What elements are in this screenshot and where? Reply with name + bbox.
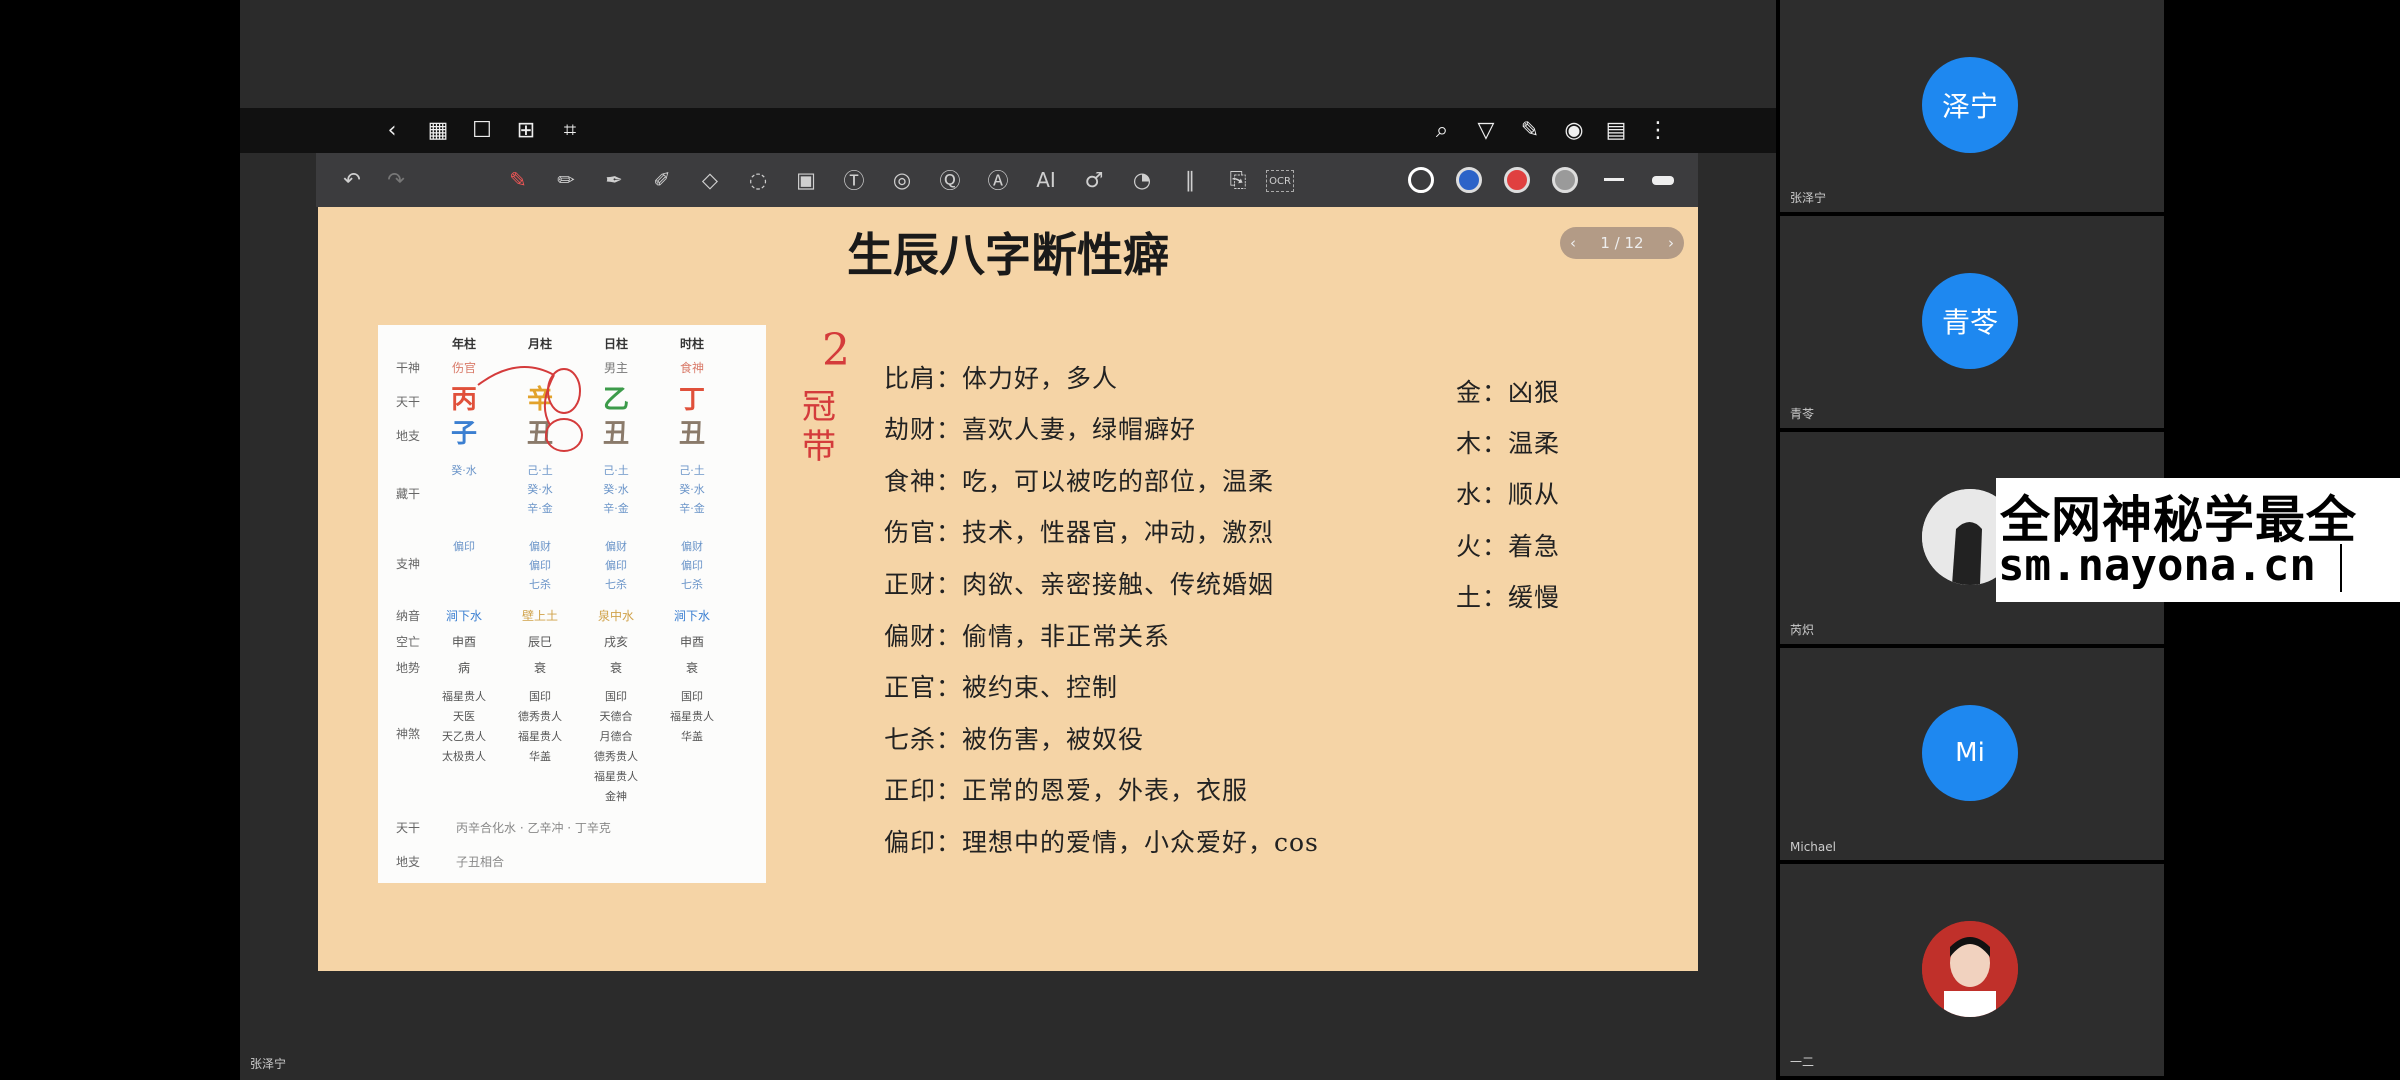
handwritten-note: 冠带 — [802, 387, 836, 467]
watermark-line2: sm.nayona.cn — [1998, 540, 2316, 591]
pen-sign-icon[interactable]: ✎ — [1510, 108, 1550, 153]
bazi-chart-image: 年柱 月柱 日柱 时柱 干神 天干 地支 藏干 支神 纳音 空亡 地势 神煞 天干 地支 伤官 男主 食神丙辛乙丁… — [378, 325, 766, 883]
eye-icon[interactable]: ◉ — [1554, 108, 1594, 153]
watermark-banner: 全网神秘学最全 sm.nayona.cn — [1996, 478, 2400, 602]
color-blue[interactable] — [1456, 167, 1482, 193]
redo-icon[interactable]: ↷ — [376, 153, 416, 207]
participant-tile[interactable]: 青苓 青苓 — [1776, 216, 2164, 428]
avatar: 泽宁 — [1922, 57, 2018, 153]
ocr-text-icon[interactable]: Ⓠ — [930, 153, 970, 207]
person-photo-icon — [1922, 921, 2018, 1017]
ruler-icon[interactable]: ∥ — [1170, 153, 1210, 207]
slide-canvas[interactable]: 生辰八字断性癖 ‹ 1 / 12 › 年柱 月柱 日柱 时柱 干神 天干 地支 藏干 支神 纳音空… — [318, 207, 1698, 971]
shirt-icon[interactable]: ▽ — [1466, 108, 1506, 153]
eraser-icon[interactable]: ◇ — [690, 153, 730, 207]
page-indicator: 1 / 12 — [1600, 234, 1644, 252]
book-icon[interactable]: ▤ — [1596, 108, 1636, 153]
search-icon[interactable]: ⌕ — [1422, 108, 1462, 153]
mic-icon[interactable]: ♂ — [1074, 153, 1114, 207]
trait-line: 正印：正常的恩爱，外表，衣服 — [884, 776, 1249, 805]
textbox-icon[interactable]: Ⓣ — [834, 153, 874, 207]
participant-name: 芮炽 — [1790, 623, 1815, 637]
back-icon[interactable]: ‹ — [372, 108, 412, 153]
ai-icon[interactable]: AI — [1026, 153, 1066, 207]
shapes-icon[interactable]: ◎ — [882, 153, 922, 207]
pencil-icon[interactable]: ✏ — [546, 153, 586, 207]
image-icon[interactable]: ▣ — [786, 153, 826, 207]
trait-line: 劫财：喜欢人妻，绿帽癖好 — [884, 415, 1197, 444]
grid-icon[interactable]: ▦ — [418, 108, 458, 153]
ocr-icon[interactable]: OCR — [1266, 170, 1294, 192]
element-line: 火：着急 — [1456, 532, 1561, 561]
participant-tile[interactable]: Mi Michael — [1776, 648, 2164, 860]
avatar — [1922, 921, 2018, 1017]
undo-icon[interactable]: ↶ — [332, 153, 372, 207]
trait-line: 正财：肉欲、亲密接触、传统婚姻 — [884, 570, 1275, 599]
thin-stroke-icon[interactable] — [1604, 178, 1624, 181]
handwritten-number: 2 — [822, 325, 850, 376]
trait-line: 伤官：技术，性器官，冲动，激烈 — [884, 518, 1275, 547]
avatar: 青苓 — [1922, 273, 2018, 369]
lasso-icon[interactable]: ◌ — [738, 153, 778, 207]
element-line: 金：凶狠 — [1456, 378, 1561, 407]
thick-stroke-icon[interactable] — [1652, 176, 1674, 185]
presenter-name: 张泽宁 — [250, 1057, 287, 1071]
element-line: 木：温柔 — [1456, 429, 1561, 458]
participant-name: 青苓 — [1790, 407, 1815, 421]
crop-icon[interactable]: ⌗ — [550, 108, 590, 153]
text-cursor — [2340, 544, 2342, 592]
sticker-icon[interactable]: ◔ — [1122, 153, 1162, 207]
slide-title: 生辰八字断性癖 — [847, 228, 1169, 282]
participant-tile[interactable]: 一二 — [1776, 864, 2164, 1076]
prev-page-icon[interactable]: ‹ — [1570, 234, 1576, 252]
participant-tile[interactable]: 泽宁 张泽宁 — [1776, 0, 2164, 212]
bookmark-icon[interactable]: ☐ — [462, 108, 502, 153]
trait-line: 偏印：理想中的爱情，小众爱好，cos — [884, 828, 1319, 857]
avatar: Mi — [1922, 705, 2018, 801]
trait-line: 偏财：偷情，非正常关系 — [884, 622, 1171, 651]
trait-line: 食神：吃，可以被吃的部位，温柔 — [884, 467, 1275, 496]
shared-screen-bottom: 张泽宁 — [240, 971, 1776, 1080]
participant-name: Michael — [1790, 840, 1836, 854]
next-page-icon[interactable]: › — [1668, 234, 1674, 252]
element-line: 水：顺从 — [1456, 480, 1561, 509]
annotation-strokes — [477, 366, 583, 452]
participant-name: 张泽宁 — [1790, 191, 1827, 205]
color-gray[interactable] — [1552, 167, 1578, 193]
add-page-icon[interactable]: ⊞ — [506, 108, 546, 153]
fountain-pen-icon[interactable]: ✒ — [594, 153, 634, 207]
app-top-bar: ‹ ▦ ☐ ⊞ ⌗ ⌕ ▽ ✎ ◉ ▤ ⋮ — [240, 108, 1776, 153]
participant-name: 一二 — [1790, 1055, 1815, 1069]
text-recognize-icon[interactable]: Ⓐ — [978, 153, 1018, 207]
trait-line: 七杀：被伤害，被奴役 — [884, 725, 1145, 754]
trait-line: 比肩：体力好，多人 — [884, 364, 1119, 393]
trait-line: 正官：被约束、控制 — [884, 673, 1119, 702]
color-white[interactable] — [1408, 167, 1434, 193]
highlighter-icon[interactable]: ✐ — [642, 153, 682, 207]
page-pager[interactable]: ‹ 1 / 12 › — [1560, 227, 1684, 259]
drawing-toolbar: ↶ ↷ ✎ ✏ ✒ ✐ ◇ ◌ ▣ Ⓣ ◎ Ⓠ Ⓐ AI ♂ ◔ ∥ ⎘ OCR — [316, 153, 1698, 207]
translate-icon[interactable]: ⎘ — [1218, 153, 1258, 207]
more-icon[interactable]: ⋮ — [1638, 108, 1678, 153]
element-line: 土：缓慢 — [1456, 583, 1561, 612]
pen-icon[interactable]: ✎ — [498, 153, 538, 207]
color-red[interactable] — [1504, 167, 1530, 193]
